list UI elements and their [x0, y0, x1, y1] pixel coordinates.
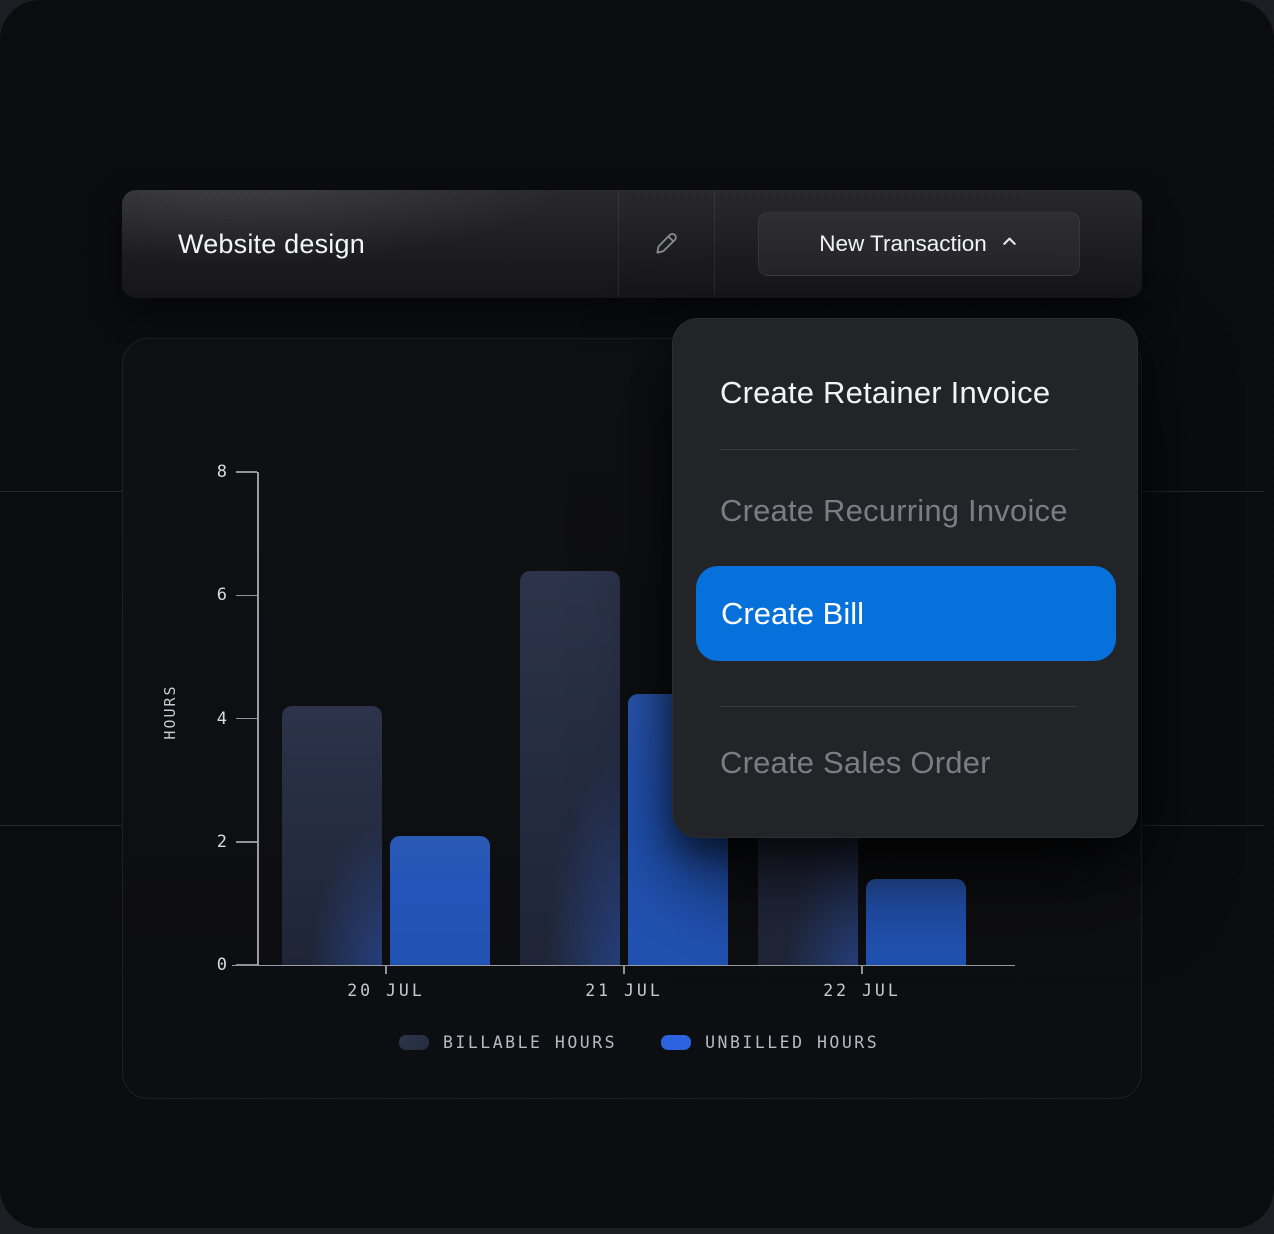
- new-transaction-dropdown: Create Retainer Invoice Create Recurring…: [672, 318, 1138, 838]
- y-tick-label-8: 8: [217, 462, 227, 482]
- bar-unbilled-hours-20-jul: [390, 836, 490, 965]
- menu-divider: [719, 449, 1077, 450]
- legend-label-unbilled: UNBILLED HOURS: [705, 1033, 879, 1052]
- bar-billable-hours-20-jul: [282, 706, 382, 965]
- edit-project-button[interactable]: [618, 190, 714, 298]
- y-tick-0: [236, 964, 257, 966]
- y-axis: [257, 472, 259, 965]
- project-title: Website design: [178, 190, 365, 298]
- legend-label-billable: BILLABLE HOURS: [443, 1033, 617, 1052]
- header-divider-right: [714, 190, 715, 298]
- project-header-bar: Website design New Transaction: [122, 190, 1142, 298]
- y-tick-4: [236, 718, 257, 720]
- y-tick-label-4: 4: [217, 709, 227, 729]
- menu-item-create-sales-order[interactable]: Create Sales Order: [720, 745, 991, 781]
- new-transaction-label: New Transaction: [819, 231, 987, 257]
- y-tick-label-6: 6: [217, 585, 227, 605]
- chevron-up-icon: [1000, 231, 1019, 257]
- chart-legend: BILLABLE HOURS UNBILLED HOURS: [399, 1033, 879, 1052]
- menu-item-create-bill[interactable]: Create Bill: [696, 566, 1116, 661]
- legend-item-unbilled: UNBILLED HOURS: [661, 1033, 879, 1052]
- menu-item-create-retainer-invoice[interactable]: Create Retainer Invoice: [720, 375, 1050, 411]
- billable-swatch: [399, 1035, 429, 1050]
- x-label-20-jul: 20 JUL: [347, 981, 425, 1000]
- pencil-icon: [651, 228, 681, 261]
- x-label-22-jul: 22 JUL: [823, 981, 901, 1000]
- x-tick-22-jul: [861, 965, 863, 974]
- y-axis-title: HOURS: [161, 684, 179, 739]
- y-tick-2: [236, 841, 257, 843]
- x-tick-21-jul: [623, 965, 625, 974]
- y-tick-6: [236, 595, 257, 597]
- bar-billable-hours-21-jul: [520, 571, 620, 965]
- menu-divider: [719, 706, 1077, 707]
- bar-unbilled-hours-22-jul: [866, 879, 966, 965]
- legend-item-billable: BILLABLE HOURS: [399, 1033, 617, 1052]
- y-tick-label-0: 0: [217, 955, 227, 975]
- unbilled-swatch: [661, 1035, 691, 1050]
- y-tick-label-2: 2: [217, 832, 227, 852]
- menu-item-create-recurring-invoice[interactable]: Create Recurring Invoice: [720, 493, 1068, 529]
- new-transaction-button[interactable]: New Transaction: [758, 212, 1080, 276]
- app-canvas: HOURS 0 2 4 6 8 20 JUL 21 JUL 22 JUL BILLABLE H…: [0, 0, 1274, 1228]
- x-tick-20-jul: [385, 965, 387, 974]
- y-tick-8: [236, 471, 257, 473]
- x-label-21-jul: 21 JUL: [585, 981, 663, 1000]
